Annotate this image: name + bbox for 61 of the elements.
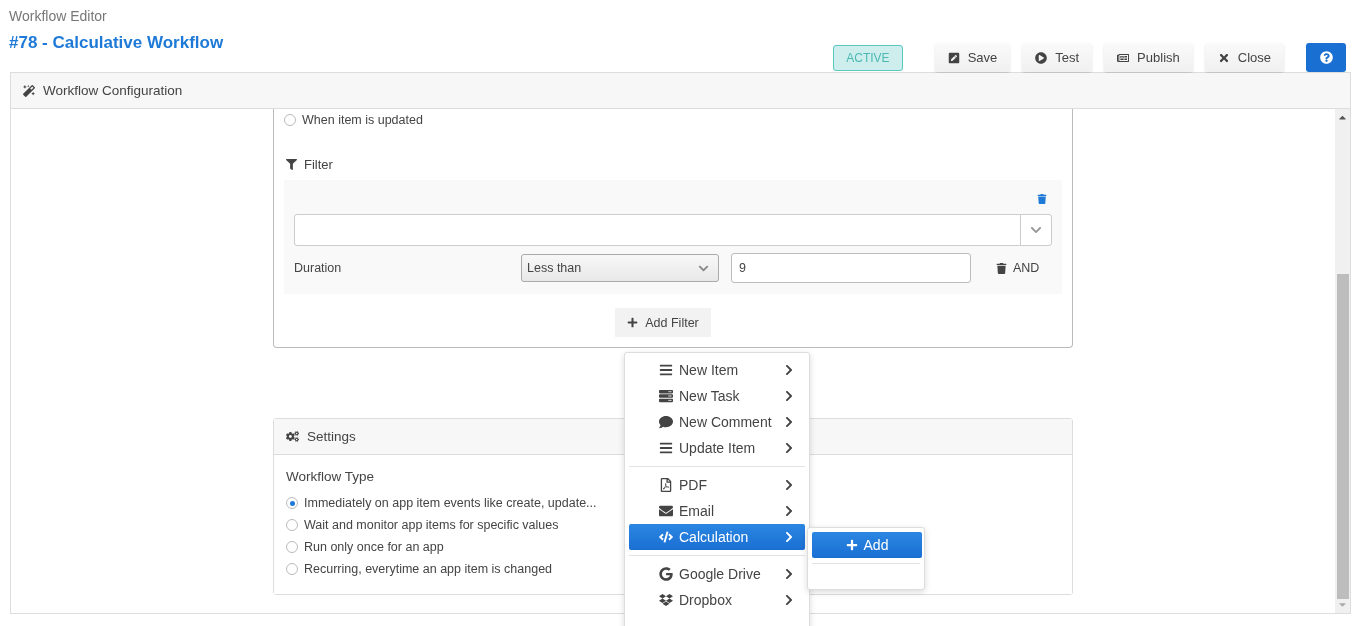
operator-select[interactable]: Less than — [521, 254, 719, 282]
condition-field: Duration — [294, 261, 521, 275]
newspaper-icon — [1117, 51, 1130, 64]
pencil-icon — [947, 51, 960, 64]
value-input[interactable]: 9 — [731, 253, 971, 283]
help-icon — [1319, 51, 1333, 64]
plus-icon — [627, 317, 639, 328]
chevron-right-icon — [783, 416, 795, 428]
stack-icon — [659, 389, 673, 403]
connector-label: AND — [1013, 261, 1040, 275]
trash-icon[interactable] — [996, 262, 1007, 274]
chevron-right-icon — [783, 594, 795, 606]
gears-icon — [286, 430, 299, 443]
menu-item[interactable]: New Comment — [629, 409, 805, 435]
code-icon — [659, 530, 673, 544]
filter-title: Filter — [304, 157, 333, 172]
menu-item[interactable]: PDF — [629, 472, 805, 498]
menu-item[interactable]: New Task — [629, 383, 805, 409]
status-badge: ACTIVE — [833, 44, 903, 71]
help-button[interactable] — [1306, 43, 1346, 72]
menu-item[interactable]: New Item — [629, 357, 805, 383]
toolbar-button[interactable]: Close — [1204, 43, 1284, 72]
scrollbar[interactable] — [1335, 109, 1350, 613]
speech-bubble-icon — [659, 415, 673, 429]
menu-item[interactable]: Dropbox — [629, 587, 805, 613]
toolbar-button[interactable]: Save — [934, 43, 1011, 72]
add-filter-button[interactable]: Add Filter — [615, 308, 711, 337]
chevron-right-icon — [783, 505, 795, 517]
field-label: Workflow Type — [286, 469, 376, 484]
toolbar-button[interactable]: Test — [1022, 43, 1093, 72]
chevron-down-icon — [1030, 224, 1042, 236]
chevron-right-icon — [783, 531, 795, 543]
menu-item[interactable]: Calculation — [629, 524, 805, 550]
chevron-right-icon — [783, 568, 795, 580]
plus-icon — [845, 539, 858, 551]
list-icon — [659, 363, 673, 377]
chevron-right-icon — [783, 442, 795, 454]
envelope-icon — [659, 504, 673, 518]
settings-title: Settings — [307, 429, 356, 444]
page-subtitle: Workflow Editor — [9, 8, 108, 24]
toolbar-button[interactable]: Publish — [1104, 43, 1193, 72]
google-icon — [659, 567, 673, 581]
dropbox-icon — [659, 593, 673, 607]
add-button[interactable]: Add — [812, 532, 922, 558]
filter-icon — [286, 159, 297, 170]
scrollbar-thumb[interactable] — [1336, 273, 1349, 599]
chevron-right-icon — [783, 479, 795, 491]
menu-item[interactable]: Google Drive — [629, 561, 805, 587]
chevron-right-icon — [783, 390, 795, 402]
workflow-title: #78 - Calculative Workflow — [9, 33, 224, 53]
list-icon — [659, 441, 673, 455]
menu-item[interactable]: Email — [629, 498, 805, 524]
close-icon — [1217, 51, 1230, 64]
magic-wand-icon — [23, 84, 35, 97]
radio-option[interactable]: When item is updated — [284, 109, 1062, 131]
panel-title: Workflow Configuration — [43, 83, 183, 98]
menu-item[interactable]: Update Item — [629, 435, 805, 461]
play-icon — [1035, 51, 1048, 64]
chevron-right-icon — [783, 364, 795, 376]
trash-icon[interactable] — [1037, 194, 1047, 204]
pdf-file-icon — [659, 478, 673, 492]
